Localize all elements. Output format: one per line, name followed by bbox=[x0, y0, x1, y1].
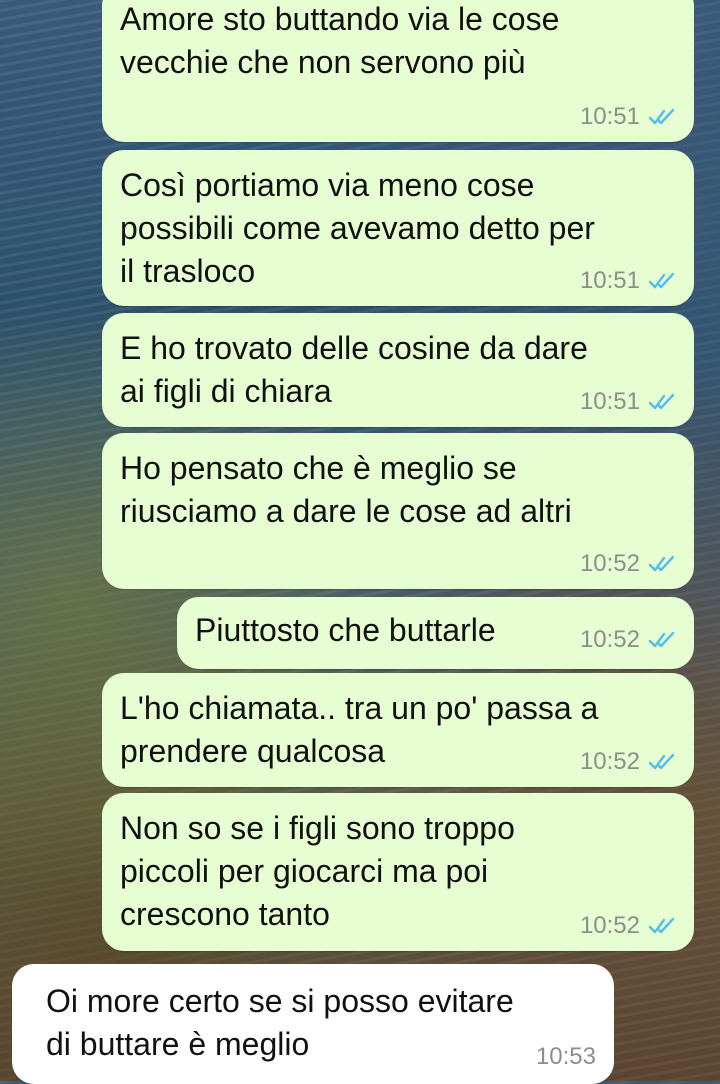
double-check-read-icon bbox=[648, 917, 675, 934]
message-bubble-outgoing[interactable]: Così portiamo via meno cose possibili co… bbox=[102, 150, 694, 306]
message-time: 10:51 bbox=[579, 388, 640, 415]
message-text: E ho trovato delle cosine da dare ai fig… bbox=[120, 330, 588, 409]
message-meta: 10:51 bbox=[580, 102, 676, 132]
message-bubble-outgoing[interactable]: Ho pensato che è meglio se riusciamo a d… bbox=[102, 433, 694, 589]
message-time: 10:52 bbox=[579, 748, 640, 775]
message-text: Piuttosto che buttarle bbox=[195, 612, 496, 648]
message-text: Amore sto buttando via le cose vecchie c… bbox=[120, 1, 560, 80]
double-check-read-icon bbox=[648, 555, 675, 572]
chat-conversation: Amore sto buttando via le cose vecchie c… bbox=[0, 0, 720, 1084]
message-meta: 10:52 bbox=[580, 549, 676, 579]
message-bubble-outgoing[interactable]: Piuttosto che buttarle 10:52 bbox=[177, 597, 694, 669]
message-time: 10:51 bbox=[579, 103, 640, 130]
message-time: 10:52 bbox=[579, 550, 640, 577]
double-check-read-icon bbox=[648, 272, 675, 289]
message-time: 10:52 bbox=[579, 912, 640, 939]
message-time: 10:53 bbox=[535, 1043, 596, 1070]
message-text: Non so se i figli sono troppo piccoli pe… bbox=[120, 810, 515, 932]
double-check-read-icon bbox=[648, 753, 675, 770]
message-meta: 10:52 bbox=[580, 747, 676, 777]
message-meta: 10:51 bbox=[580, 266, 676, 296]
message-bubble-outgoing[interactable]: Amore sto buttando via le cose vecchie c… bbox=[102, 0, 694, 142]
message-meta: 10:51 bbox=[580, 387, 676, 417]
message-text: Ho pensato che è meglio se riusciamo a d… bbox=[120, 450, 572, 529]
double-check-read-icon bbox=[648, 393, 675, 410]
message-time: 10:52 bbox=[579, 626, 640, 653]
message-bubble-incoming[interactable]: Oi more certo se si posso evitare di but… bbox=[12, 964, 614, 1084]
message-time: 10:51 bbox=[579, 267, 640, 294]
message-text: Così portiamo via meno cose possibili co… bbox=[120, 167, 595, 289]
double-check-read-icon bbox=[648, 108, 675, 125]
message-meta: 10:52 bbox=[580, 625, 676, 655]
message-bubble-outgoing[interactable]: Non so se i figli sono troppo piccoli pe… bbox=[102, 793, 694, 951]
message-meta: 10:52 bbox=[580, 911, 676, 941]
message-meta: 10:53 bbox=[536, 1042, 596, 1072]
double-check-read-icon bbox=[648, 631, 675, 648]
message-bubble-outgoing[interactable]: L'ho chiamata.. tra un po' passa a prend… bbox=[102, 673, 694, 787]
message-text: Oi more certo se si posso evitare di but… bbox=[46, 983, 514, 1062]
message-text: L'ho chiamata.. tra un po' passa a prend… bbox=[120, 690, 599, 769]
message-bubble-outgoing[interactable]: E ho trovato delle cosine da dare ai fig… bbox=[102, 313, 694, 427]
